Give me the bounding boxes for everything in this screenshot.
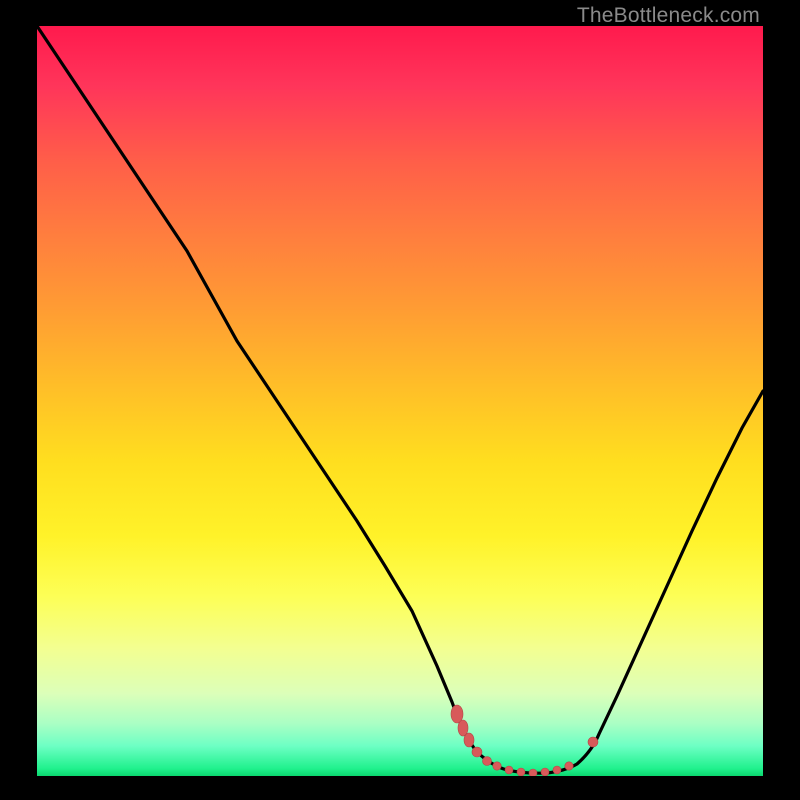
bottleneck-curve-svg [37, 26, 763, 776]
chart-stage: TheBottleneck.com [0, 0, 800, 800]
watermark-text: TheBottleneck.com [577, 4, 760, 28]
bottleneck-curve-path [37, 26, 763, 773]
gradient-panel [37, 26, 763, 776]
